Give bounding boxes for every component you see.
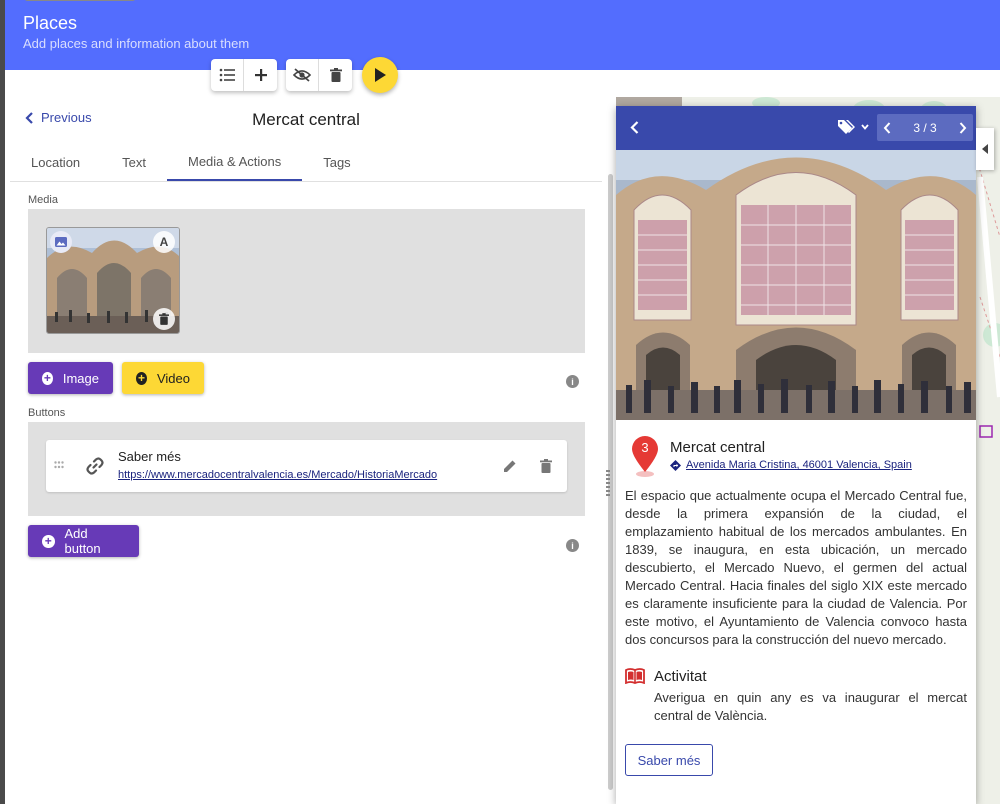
add-video-label: Video — [156, 370, 190, 386]
image-icon — [55, 237, 67, 247]
page-title: Places — [23, 13, 78, 33]
image-type-chip — [50, 231, 72, 253]
place-photo — [616, 150, 976, 420]
pager-count: 3 / 3 — [913, 120, 937, 135]
media-thumbnail[interactable]: A — [46, 227, 180, 334]
previous-link[interactable]: Previous — [25, 110, 92, 125]
info-icon[interactable]: i — [566, 539, 579, 552]
info-icon[interactable]: i — [566, 375, 579, 388]
place-title: Mercat central — [252, 110, 360, 129]
toolbar-group-actions — [286, 58, 352, 91]
tab-media-actions[interactable]: Media & Actions — [167, 144, 303, 181]
tab-tags[interactable]: Tags — [302, 144, 371, 181]
tab-location[interactable]: Location — [10, 144, 101, 181]
add-button-button[interactable]: + Add button — [28, 525, 139, 557]
plus-circle-icon: + — [42, 534, 55, 548]
button-item-name: Saber més — [118, 449, 181, 464]
tags-icon — [838, 120, 855, 134]
drag-handle-icon[interactable] — [54, 461, 64, 469]
directions-icon — [670, 459, 681, 471]
toolbar — [211, 56, 398, 93]
media-section-label: Media — [28, 194, 58, 206]
buttons-list: Saber més https://www.mercadocentralvale… — [28, 422, 585, 516]
saber-mes-button[interactable]: Saber més — [625, 744, 713, 776]
preview-title: Mercat central — [670, 439, 766, 456]
preview-address[interactable]: Avenida Maria Cristina, 46001 Valencia, … — [670, 459, 912, 471]
editor-tabs: Location Text Media & Actions Tags — [10, 144, 602, 182]
toolbar-group-edit — [211, 58, 277, 91]
preview-description: El espacio que actualmente ocupa el Merc… — [625, 488, 967, 647]
hide-button[interactable] — [286, 58, 319, 91]
delete-media-button[interactable] — [153, 308, 175, 330]
place-marker-number: 3 — [641, 440, 649, 455]
preview-toolbar: 3 / 3 — [616, 106, 976, 150]
buttons-section-label: Buttons — [28, 407, 66, 419]
page-subtitle: Add places and information about them — [23, 36, 250, 51]
preview-address-text: Avenida Maria Cristina, 46001 Valencia, … — [686, 459, 912, 471]
left-edge-strip — [0, 0, 5, 804]
plus-icon — [254, 68, 267, 81]
add-place-button[interactable] — [244, 59, 277, 91]
add-image-button[interactable]: + Image — [28, 362, 113, 394]
chevron-down-icon — [861, 124, 869, 130]
previous-label: Previous — [41, 110, 92, 125]
chevron-left-icon[interactable] — [883, 121, 891, 134]
book-icon — [625, 668, 645, 684]
activity-title: Activitat — [654, 668, 707, 685]
trash-icon[interactable] — [540, 459, 552, 473]
collapse-panel-button[interactable] — [976, 128, 994, 170]
add-image-label: Image — [62, 370, 99, 386]
play-button[interactable] — [362, 56, 398, 93]
header-top-button[interactable] — [24, 0, 136, 1]
button-item-url[interactable]: https://www.mercadocentralvalencia.es/Me… — [118, 469, 437, 481]
place-pager: 3 / 3 — [877, 114, 973, 141]
trash-icon — [159, 313, 169, 325]
delete-place-button[interactable] — [319, 59, 352, 91]
chevron-left-icon — [25, 111, 33, 124]
play-icon — [375, 67, 386, 82]
plus-circle-icon: + — [42, 371, 53, 385]
add-button-label: Add button — [64, 526, 101, 556]
media-list: A — [28, 209, 585, 353]
list-icon — [219, 68, 235, 81]
alt-text-chip[interactable]: A — [153, 231, 175, 253]
edit-icon[interactable] — [503, 459, 517, 473]
trash-icon — [329, 67, 342, 82]
app-header: Places Add places and information about … — [5, 0, 1000, 70]
eye-off-icon — [293, 67, 311, 82]
list-button[interactable] — [211, 58, 244, 91]
tab-text[interactable]: Text — [101, 144, 167, 181]
button-item[interactable]: Saber més https://www.mercadocentralvale… — [46, 440, 567, 492]
tags-dropdown[interactable] — [838, 119, 869, 135]
add-video-button[interactable]: + Video — [122, 362, 204, 394]
link-icon — [86, 457, 104, 475]
place-preview-panel: 3 / 3 3 Mercat central Avenida Maria Cri… — [616, 106, 976, 804]
plus-circle-icon: + — [136, 371, 147, 385]
resize-handle[interactable] — [606, 470, 610, 496]
chevron-right-icon[interactable] — [959, 121, 967, 134]
caret-left-icon — [982, 144, 988, 154]
back-arrow-icon[interactable] — [630, 121, 639, 134]
place-editor: Mercat central Previous Location Text Me… — [10, 100, 613, 804]
activity-text: Averigua en quin any es va inaugurar el … — [654, 690, 967, 723]
